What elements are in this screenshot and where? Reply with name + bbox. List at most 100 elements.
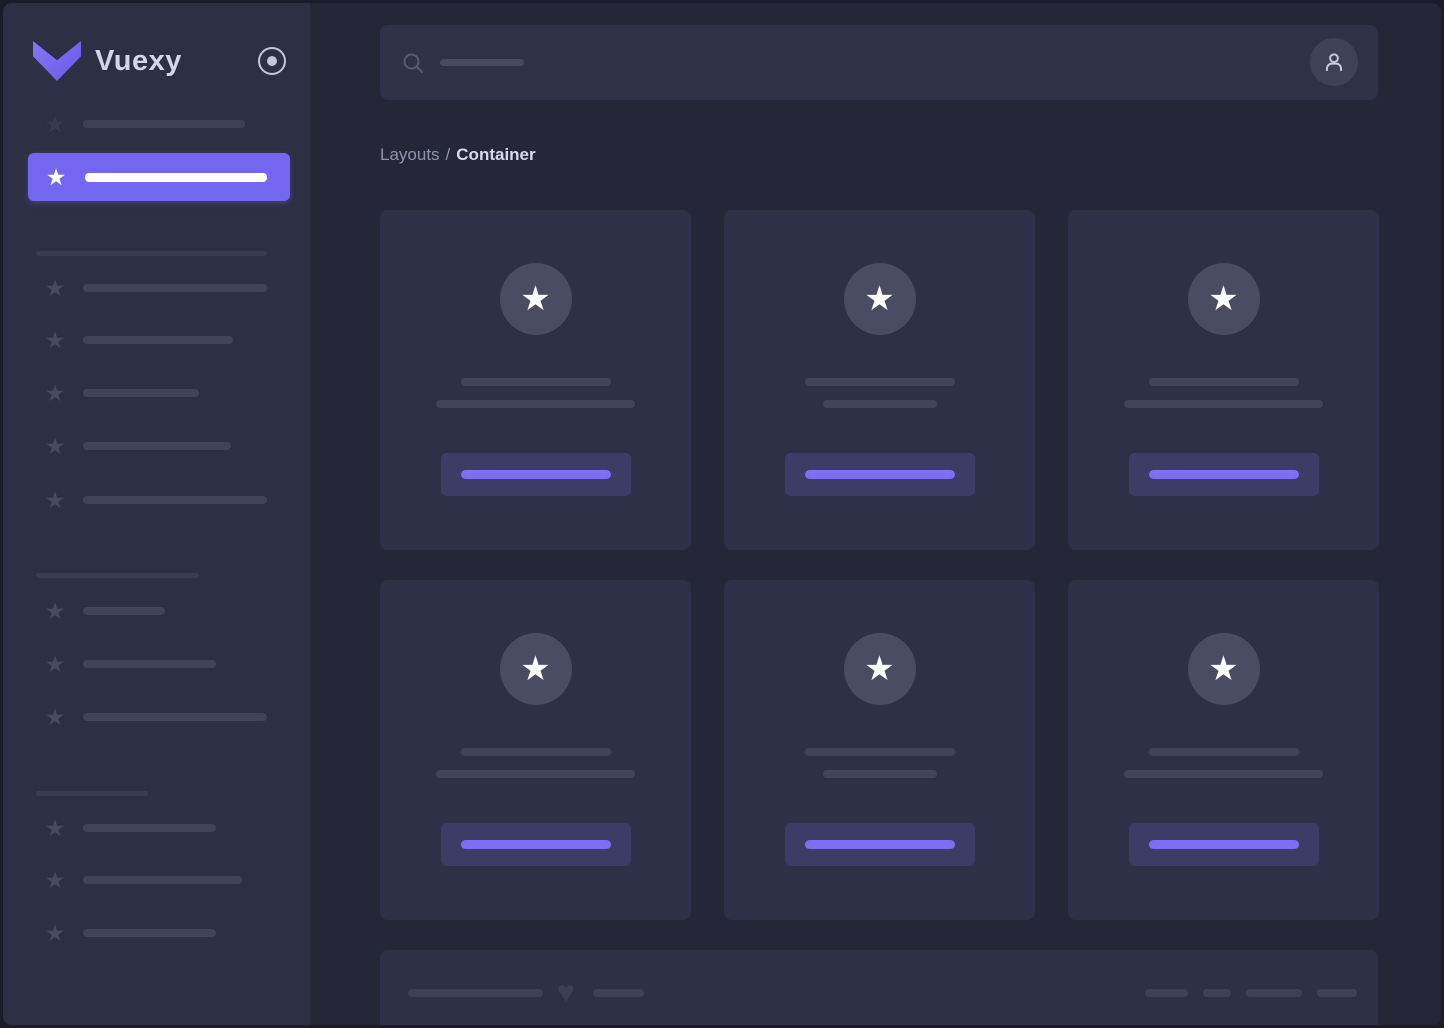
breadcrumb: Layouts / Container	[380, 145, 536, 165]
skeleton-bar	[804, 378, 955, 386]
skeleton-bar	[436, 400, 635, 408]
breadcrumb-separator: /	[445, 145, 451, 164]
card-avatar-circle: ★	[1187, 263, 1260, 335]
vuexy-logo-icon	[33, 41, 81, 81]
sidebar-item[interactable]: ★	[3, 328, 233, 352]
sidebar-item[interactable]: ★	[3, 276, 267, 300]
button-label-bar	[460, 470, 611, 479]
card-grid: ★ ★ ★ ★ ★ ★	[380, 210, 1379, 920]
placeholder-card: ★	[1068, 210, 1379, 550]
search-input[interactable]	[380, 25, 1378, 100]
skeleton-bar	[592, 989, 644, 997]
sidebar-section-header	[36, 791, 148, 796]
sidebar-item[interactable]: ★	[3, 652, 216, 676]
button-label-bar	[1148, 470, 1299, 479]
skeleton-bar	[85, 172, 267, 182]
button-label-bar	[804, 840, 955, 849]
heart-icon: ♥	[557, 976, 575, 1009]
sidebar-item-active[interactable]: ★	[28, 153, 290, 201]
star-icon: ★	[1208, 650, 1239, 688]
card-action-button[interactable]	[440, 823, 631, 866]
sidebar-section-header	[36, 251, 267, 256]
menu-pin-dot-icon	[267, 56, 277, 66]
skeleton-bar	[1148, 378, 1299, 386]
footer-card: ♥	[380, 950, 1378, 1025]
placeholder-card: ★	[724, 580, 1035, 920]
menu-pin-toggle[interactable]	[258, 47, 286, 75]
skeleton-bar	[1246, 989, 1302, 997]
skeleton-bar	[804, 748, 955, 756]
star-icon: ★	[864, 280, 895, 318]
placeholder-card: ★	[380, 210, 691, 550]
star-icon: ★	[44, 867, 66, 893]
card-action-button[interactable]	[1128, 823, 1319, 866]
sidebar-item[interactable]: ★	[3, 112, 245, 136]
card-avatar-circle: ★	[843, 633, 916, 705]
skeleton-bar	[1203, 989, 1231, 997]
person-icon	[1325, 53, 1343, 72]
star-icon: ★	[1208, 280, 1239, 318]
placeholder-card: ★	[1068, 580, 1379, 920]
breadcrumb-section[interactable]: Layouts	[380, 145, 440, 164]
skeleton-bar	[83, 876, 242, 884]
skeleton-bar	[436, 770, 635, 778]
brand-area[interactable]: Vuexy	[33, 41, 182, 81]
button-label-bar	[1148, 840, 1299, 849]
sidebar-item[interactable]: ★	[3, 488, 267, 512]
star-icon: ★	[44, 433, 66, 459]
card-avatar-circle: ★	[499, 263, 572, 335]
sidebar-section-header	[36, 573, 199, 578]
star-icon: ★	[44, 815, 66, 841]
skeleton-bar	[83, 389, 199, 397]
sidebar-item[interactable]: ★	[3, 599, 165, 623]
star-icon: ★	[44, 111, 66, 137]
star-icon: ★	[44, 651, 66, 677]
star-icon: ★	[44, 704, 66, 730]
card-action-button[interactable]	[440, 453, 631, 496]
search-icon	[403, 53, 423, 73]
star-icon: ★	[520, 280, 551, 318]
user-avatar-button[interactable]	[1310, 38, 1358, 86]
skeleton-bar	[1124, 770, 1323, 778]
card-action-button[interactable]	[1128, 453, 1319, 496]
skeleton-bar	[1317, 989, 1357, 997]
skeleton-bar	[408, 989, 543, 997]
skeleton-bar	[83, 607, 165, 615]
button-label-bar	[460, 840, 611, 849]
card-action-button[interactable]	[784, 453, 975, 496]
skeleton-bar	[83, 496, 267, 504]
sidebar-item[interactable]: ★	[3, 381, 199, 405]
footer-links	[1145, 989, 1357, 997]
skeleton-bar	[822, 400, 937, 408]
card-avatar-circle: ★	[499, 633, 572, 705]
skeleton-bar	[1145, 989, 1188, 997]
skeleton-bar	[1124, 400, 1323, 408]
sidebar-item[interactable]: ★	[3, 921, 216, 945]
skeleton-bar	[83, 120, 245, 128]
sidebar-item[interactable]: ★	[3, 705, 267, 729]
card-action-button[interactable]	[784, 823, 975, 866]
card-avatar-circle: ★	[1187, 633, 1260, 705]
star-icon: ★	[520, 650, 551, 688]
sidebar-item[interactable]: ★	[3, 816, 216, 840]
star-icon: ★	[45, 164, 67, 190]
button-label-bar	[804, 470, 955, 479]
skeleton-bar	[1148, 748, 1299, 756]
star-icon: ★	[44, 487, 66, 513]
placeholder-card: ★	[724, 210, 1035, 550]
star-icon: ★	[864, 650, 895, 688]
skeleton-bar	[460, 748, 611, 756]
star-icon: ★	[44, 380, 66, 406]
star-icon: ★	[44, 598, 66, 624]
skeleton-bar	[83, 336, 233, 344]
card-avatar-circle: ★	[843, 263, 916, 335]
skeleton-bar	[460, 378, 611, 386]
skeleton-bar	[83, 824, 216, 832]
skeleton-bar	[822, 770, 937, 778]
main-content: Layouts / Container ★ ★ ★ ★ ★ ★ ♥	[310, 3, 1441, 1025]
sidebar-item[interactable]: ★	[3, 868, 242, 892]
skeleton-bar	[83, 929, 216, 937]
sidebar-item[interactable]: ★	[3, 434, 231, 458]
skeleton-bar	[83, 713, 267, 721]
footer-row: ♥	[408, 976, 1357, 1009]
